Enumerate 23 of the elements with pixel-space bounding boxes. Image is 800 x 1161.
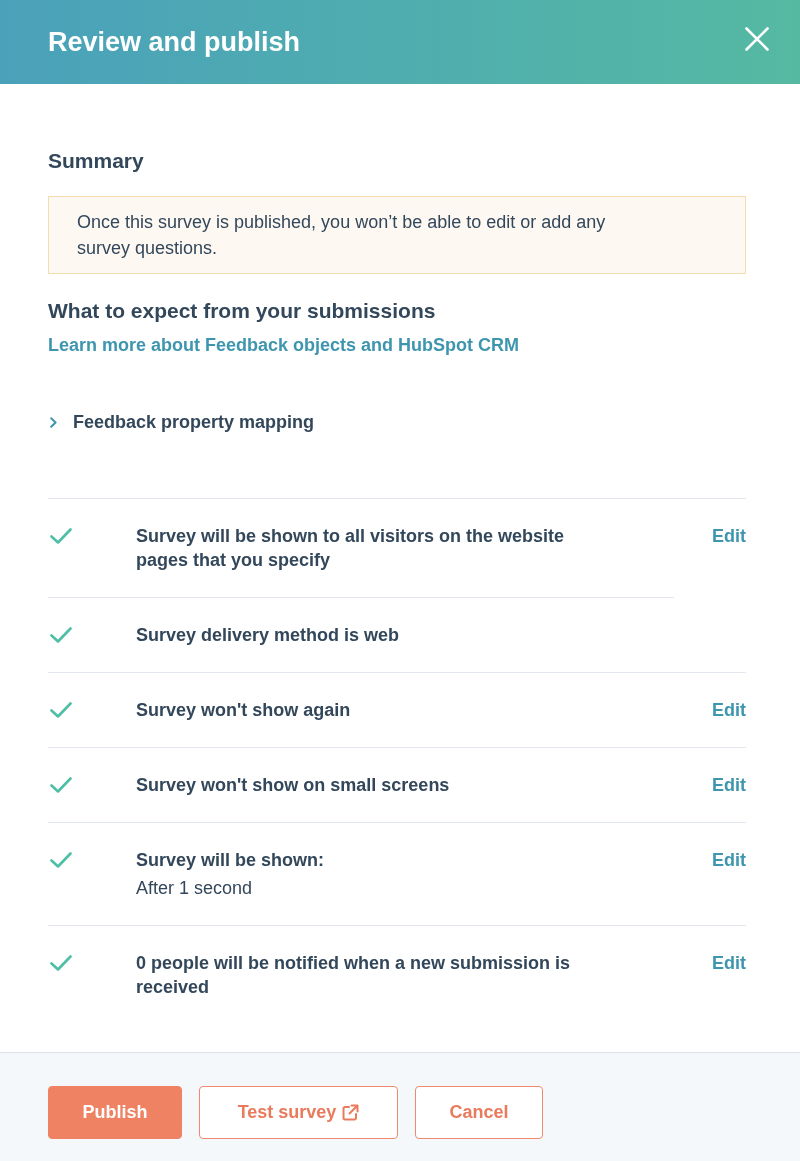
edit-link[interactable]: Edit — [712, 773, 746, 797]
checklist-item-text: Survey will be shown to all visitors on the website pages that you specify — [136, 525, 566, 572]
publish-button[interactable]: Publish — [48, 1086, 182, 1139]
checklist-item-text: Survey will be shown: — [136, 849, 326, 872]
checklist-item-detail: After 1 second — [136, 877, 254, 900]
section-heading: Summary — [48, 148, 145, 174]
close-icon — [745, 27, 769, 51]
section-heading: What to expect from your submissions — [48, 298, 437, 324]
warning-notice: Once this survey is published, you won’t be able to edit or add any survey questions. — [48, 196, 746, 274]
cancel-button[interactable]: Cancel — [415, 1086, 543, 1139]
edit-link[interactable]: Edit — [712, 848, 746, 872]
checklist-item-text: 0 people will be notified when a new submission is received — [136, 952, 572, 999]
edit-link[interactable]: Edit — [712, 698, 746, 722]
test-survey-button[interactable]: Test survey — [199, 1086, 398, 1139]
edit-link[interactable]: Edit — [712, 951, 746, 975]
checklist-item-text: Survey won't show on small screens — [136, 774, 451, 797]
close-button[interactable] — [745, 27, 769, 51]
checklist-item-text: Survey won't show again — [136, 699, 352, 722]
property-mapping-toggle[interactable]: Feedback property mapping — [48, 410, 315, 434]
checklist-item-text: Survey delivery method is web — [136, 624, 401, 647]
edit-link[interactable]: Edit — [712, 524, 746, 548]
learn-more-link[interactable]: Learn more about Feedback objects and HubSpot CRM — [48, 333, 520, 357]
dialog-title: Review and publish — [48, 26, 301, 58]
